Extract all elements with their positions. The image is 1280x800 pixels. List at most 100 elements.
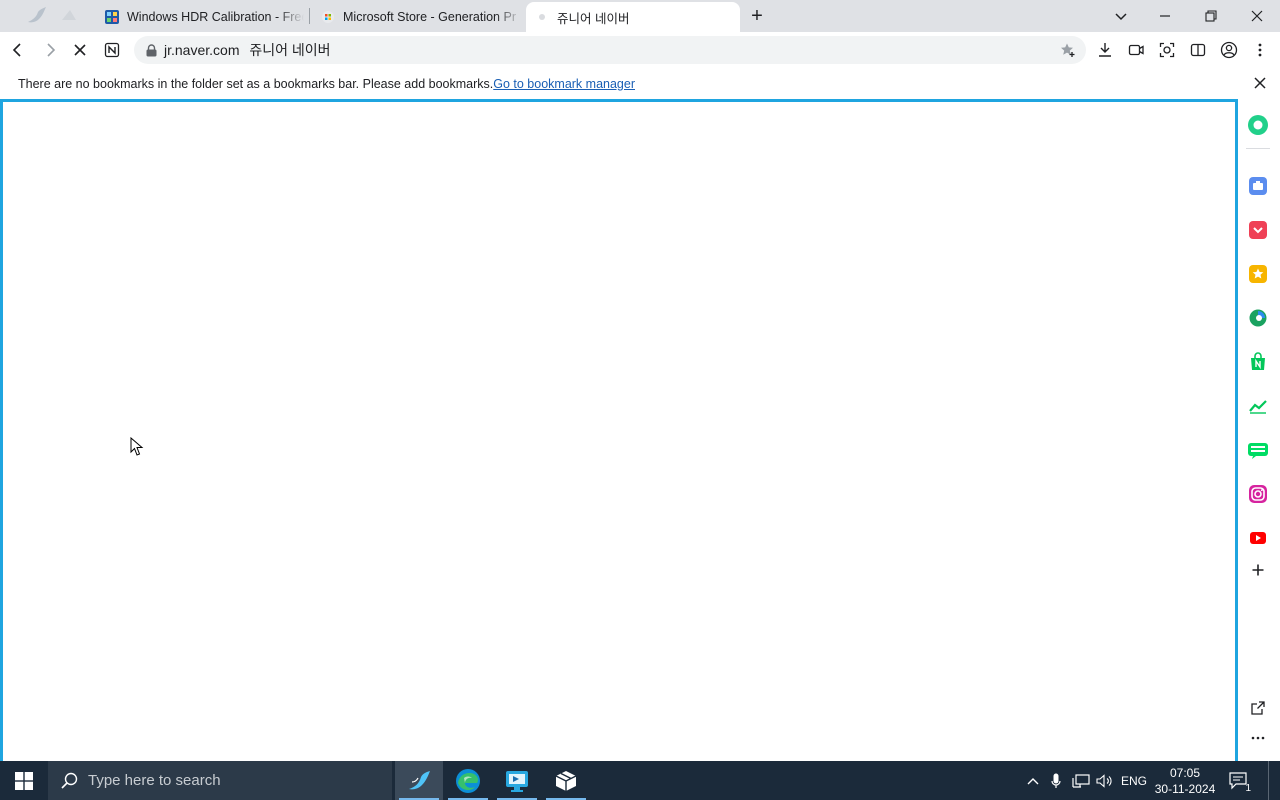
microphone-button[interactable] (1046, 761, 1066, 800)
taskbar-search-box[interactable]: Type here to search (48, 761, 392, 800)
settings-menu-button[interactable] (1246, 36, 1274, 64)
close-icon (1254, 77, 1266, 89)
taskbar-app-bird[interactable] (395, 761, 443, 800)
package-box-icon (555, 770, 577, 791)
url-page-title: 쥬니어 네이버 (249, 42, 331, 58)
split-screen-icon (1190, 43, 1206, 57)
stop-icon (74, 44, 86, 56)
volume-button[interactable] (1094, 761, 1116, 800)
screenshot-icon (1159, 42, 1175, 58)
close-window-button[interactable] (1234, 0, 1280, 32)
url-domain: jr.naver.com (164, 42, 240, 58)
microphone-icon (1051, 773, 1061, 788)
remote-desktop-icon (506, 770, 528, 792)
screen: Windows HDR Calibration - Free Microsoft… (0, 0, 1280, 800)
naver-home-button[interactable] (98, 36, 126, 64)
naver-webtoon-icon[interactable] (1247, 439, 1269, 461)
screenshot-button[interactable] (1153, 36, 1181, 64)
browser-toolbar: jr.naver.com 쥬니어 네이버 (0, 32, 1280, 68)
edge-drop-icon[interactable] (1247, 307, 1269, 329)
tab-windows-hdr[interactable]: Windows HDR Calibration - Free (96, 2, 304, 32)
tab-junior-naver[interactable]: 쥬니어 네이버 (526, 2, 740, 32)
restore-button[interactable] (1188, 0, 1234, 32)
stop-loading-button[interactable] (66, 36, 94, 64)
video-icon (1128, 44, 1144, 56)
bookmarks-infobar: There are no bookmarks in the folder set… (0, 68, 1280, 99)
infobar-message: There are no bookmarks in the folder set… (18, 76, 494, 91)
taskbar-app-edge[interactable] (444, 761, 492, 800)
infobar-close-button[interactable] (1252, 75, 1268, 91)
clock-button[interactable]: 07:05 30-11-2024 (1152, 761, 1218, 800)
restore-icon (1205, 10, 1217, 22)
media-button[interactable] (1122, 36, 1150, 64)
network-button[interactable] (1070, 761, 1092, 800)
show-desktop-button[interactable] (1268, 761, 1280, 800)
add-icon[interactable] (1247, 559, 1269, 581)
profile-icon (1220, 41, 1238, 59)
input-language-button[interactable]: ENG (1120, 761, 1148, 800)
tab-search-button[interactable] (1098, 0, 1144, 32)
notification-center-button[interactable]: 1 (1224, 761, 1254, 800)
naver-shopping-icon[interactable] (1247, 351, 1269, 373)
clock-time: 07:05 (1169, 765, 1201, 780)
side-panel-divider (1246, 148, 1270, 149)
windows-taskbar: Type here to search ENG 07:05 30-11-2024… (0, 761, 1280, 800)
address-bar[interactable]: jr.naver.com 쥬니어 네이버 (134, 36, 1086, 64)
bird-app-icon (409, 770, 430, 789)
network-icon (1072, 773, 1090, 788)
loading-dot-icon (534, 9, 550, 25)
pinned-bird-icon[interactable] (26, 6, 48, 26)
instagram-icon[interactable] (1247, 483, 1269, 505)
start-button[interactable] (0, 761, 48, 800)
tab-microsoft-store[interactable]: Microsoft Store - Generation Pr (312, 2, 522, 32)
star-favorites-icon[interactable] (1247, 263, 1269, 285)
minimize-icon (1160, 15, 1170, 17)
page-content[interactable] (0, 99, 1238, 765)
pocket-icon[interactable] (1247, 219, 1269, 241)
favorites-add-button[interactable] (1054, 36, 1082, 64)
url-text[interactable]: jr.naver.com 쥬니어 네이버 (164, 40, 331, 60)
search-placeholder: Type here to search (88, 772, 221, 789)
notification-count: 1 (1245, 783, 1251, 794)
profile-button[interactable] (1215, 36, 1243, 64)
clock: 07:05 30-11-2024 (1155, 765, 1216, 797)
windows-logo-icon (15, 771, 33, 790)
speaker-icon (1096, 773, 1112, 788)
forward-button[interactable] (36, 36, 64, 64)
star-add-icon (1061, 43, 1075, 57)
show-hidden-icons-button[interactable] (1022, 761, 1044, 800)
minimize-button[interactable] (1142, 0, 1188, 32)
edge-browser-icon (456, 768, 480, 793)
downloads-button[interactable] (1091, 36, 1119, 64)
pinned-area (0, 0, 92, 32)
taskbar-app-remote[interactable] (493, 761, 541, 800)
briefcase-icon[interactable] (1247, 175, 1269, 197)
windows-hdr-app-icon (104, 9, 120, 25)
chart-icon[interactable] (1247, 395, 1269, 417)
lock-icon[interactable] (144, 43, 158, 57)
forward-arrow-icon (47, 43, 56, 57)
more-icon[interactable] (1247, 727, 1269, 749)
tab-strip: Windows HDR Calibration - Free Microsoft… (0, 0, 1280, 32)
back-button[interactable] (4, 36, 32, 64)
pinned-tab-icon[interactable] (58, 6, 80, 26)
side-panel (1238, 99, 1280, 765)
infobar-message-row: There are no bookmarks in the folder set… (18, 77, 635, 91)
download-icon (1099, 43, 1111, 57)
split-screen-button[interactable] (1184, 36, 1212, 64)
open-external-icon[interactable] (1247, 697, 1269, 719)
clock-date: 30-11-2024 (1154, 781, 1216, 796)
search-icon (60, 772, 78, 790)
more-vertical-icon (1258, 43, 1262, 57)
tab-title: Microsoft Store - Generation Pr (343, 10, 516, 24)
chevron-up-icon (1027, 777, 1039, 784)
tab-title: Windows HDR Calibration - Free (127, 10, 304, 24)
bookmark-manager-link[interactable]: Go to bookmark manager (493, 77, 635, 91)
naver-n-icon (104, 42, 120, 58)
youtube-icon[interactable] (1247, 527, 1269, 549)
circle-app-icon[interactable] (1247, 114, 1269, 136)
new-tab-button[interactable]: + (744, 4, 770, 28)
close-icon (1251, 10, 1263, 22)
back-arrow-icon (12, 43, 21, 57)
taskbar-app-package[interactable] (542, 761, 590, 800)
